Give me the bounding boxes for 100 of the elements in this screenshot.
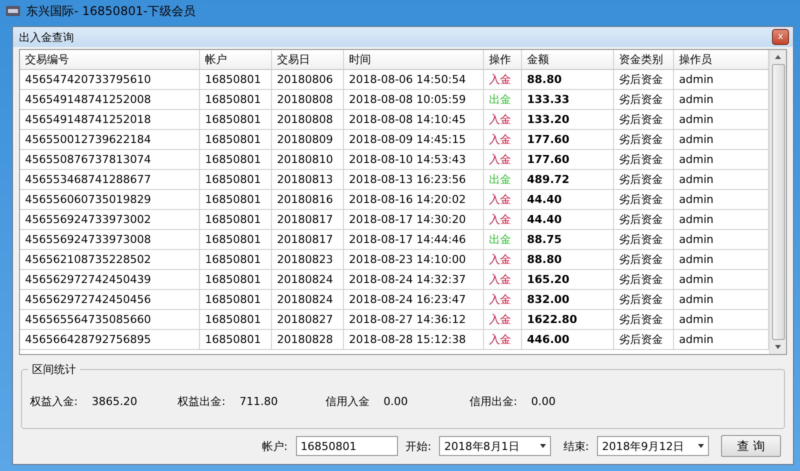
- table-cell: 88.80: [522, 70, 614, 89]
- table-cell: 劣后资金: [614, 250, 674, 269]
- start-date-picker[interactable]: 2018年8月1日: [439, 436, 552, 456]
- table-cell: 20180824: [272, 270, 344, 289]
- table-cell: 劣后资金: [614, 190, 674, 209]
- table-cell: 20180817: [272, 210, 344, 229]
- table-cell: 20180817: [272, 230, 344, 249]
- table-cell: 177.60: [522, 150, 614, 169]
- table-cell: 16850801: [200, 70, 272, 89]
- table-cell: 入金: [484, 110, 522, 129]
- close-button[interactable]: x: [772, 29, 789, 45]
- group-title: 区间统计: [28, 362, 80, 377]
- table-cell: 88.80: [522, 250, 614, 269]
- table-cell: 16850801: [200, 210, 272, 229]
- table-cell: 劣后资金: [614, 310, 674, 329]
- table-cell: 16850801: [200, 290, 272, 309]
- table-cell: 20180810: [272, 150, 344, 169]
- table-cell: 2018-08-08 14:10:45: [344, 110, 484, 129]
- table-cell: 16850801: [200, 190, 272, 209]
- table-cell: 2018-08-28 15:12:38: [344, 330, 484, 349]
- table-cell: 劣后资金: [614, 270, 674, 289]
- scrollbar[interactable]: [769, 50, 786, 354]
- stat-label: 信用出金:: [469, 394, 518, 409]
- table-cell: 16850801: [200, 170, 272, 189]
- column-header[interactable]: 交易日: [272, 50, 344, 69]
- table-cell: 劣后资金: [614, 170, 674, 189]
- table-cell: 出金: [484, 230, 522, 249]
- table-cell: 20180824: [272, 290, 344, 309]
- start-label: 开始:: [406, 438, 432, 454]
- table-cell: 20180823: [272, 250, 344, 269]
- table-cell: 456556924733973002: [20, 210, 200, 229]
- table-cell: 劣后资金: [614, 130, 674, 149]
- stat-label: 权益入金:: [30, 394, 78, 409]
- table-cell: 2018-08-24 16:23:47: [344, 290, 484, 309]
- table-cell: 劣后资金: [614, 230, 674, 249]
- column-header[interactable]: 交易编号: [20, 50, 200, 69]
- table-cell: 出金: [484, 90, 522, 109]
- table-cell: 入金: [484, 130, 522, 149]
- table-cell: 劣后资金: [614, 110, 674, 129]
- table-cell: 2018-08-17 14:30:20: [344, 210, 484, 229]
- table-cell: 456549148741252008: [20, 90, 200, 109]
- stat-value: 711.80: [239, 395, 279, 408]
- account-label: 帐户:: [262, 438, 288, 454]
- query-button[interactable]: 查 询: [721, 435, 781, 457]
- table-cell: 20180809: [272, 130, 344, 149]
- account-field[interactable]: 16850801: [296, 436, 398, 456]
- table-cell: 16850801: [200, 310, 272, 329]
- table-cell: 456550012739622184: [20, 130, 200, 149]
- scroll-down-icon[interactable]: [775, 345, 781, 349]
- table-cell: 入金: [484, 290, 522, 309]
- table-cell: 2018-08-23 14:10:00: [344, 250, 484, 269]
- column-header[interactable]: 资金类别: [614, 50, 674, 69]
- table-cell: 456565564735085660: [20, 310, 200, 329]
- column-header[interactable]: 金额: [522, 50, 614, 69]
- window-title: 东兴国际- 16850801-下级会员: [26, 2, 196, 20]
- table-cell: 456547420733795610: [20, 70, 200, 89]
- table-cell: 入金: [484, 250, 522, 269]
- stat-label: 权益出金:: [178, 394, 226, 409]
- table-cell: 1622.80: [522, 310, 614, 329]
- column-header[interactable]: 帐户: [200, 50, 272, 69]
- table-cell: 劣后资金: [614, 90, 674, 109]
- table-cell: 456562972742450456: [20, 290, 200, 309]
- table-cell: 16850801: [200, 150, 272, 169]
- table-cell: 832.00: [522, 290, 614, 309]
- table-cell: 456562108735228502: [20, 250, 200, 269]
- table-cell: 劣后资金: [614, 70, 674, 89]
- stat-value: 0.00: [383, 395, 409, 408]
- table-cell: 出金: [484, 170, 522, 189]
- table-cell: 2018-08-16 14:20:02: [344, 190, 484, 209]
- table-cell: 44.40: [522, 190, 614, 209]
- table-cell: 劣后资金: [614, 330, 674, 349]
- table-cell: 入金: [484, 190, 522, 209]
- table-cell: 16850801: [200, 130, 272, 149]
- end-date-picker[interactable]: 2018年9月12日: [597, 436, 709, 456]
- end-label: 结束:: [563, 438, 589, 454]
- table-cell: 入金: [484, 70, 522, 89]
- column-header[interactable]: 操作: [484, 50, 522, 69]
- column-header[interactable]: 时间: [344, 50, 484, 69]
- table-cell: 20180828: [272, 330, 344, 349]
- table-cell: 入金: [484, 270, 522, 289]
- table-cell: 456553468741288677: [20, 170, 200, 189]
- table-cell: 劣后资金: [614, 290, 674, 309]
- table-cell: 456562972742450439: [20, 270, 200, 289]
- table-cell: 2018-08-10 14:53:43: [344, 150, 484, 169]
- dropdown-icon[interactable]: [698, 444, 704, 448]
- table-cell: 16850801: [200, 250, 272, 269]
- table-cell: 2018-08-09 14:45:15: [344, 130, 484, 149]
- scroll-up-icon[interactable]: [775, 55, 781, 59]
- table-cell: 2018-08-08 10:05:59: [344, 90, 484, 109]
- table-cell: 20180808: [272, 90, 344, 109]
- table-cell: 入金: [484, 330, 522, 349]
- table-cell: 489.72: [522, 170, 614, 189]
- table-cell: 16850801: [200, 270, 272, 289]
- table-cell: 入金: [484, 310, 522, 329]
- dropdown-icon[interactable]: [540, 444, 546, 448]
- table-cell: 2018-08-24 14:32:37: [344, 270, 484, 289]
- table-cell: 165.20: [522, 270, 614, 289]
- table-cell: 446.00: [522, 330, 614, 349]
- table-cell: 16850801: [200, 90, 272, 109]
- table-cell: 入金: [484, 150, 522, 169]
